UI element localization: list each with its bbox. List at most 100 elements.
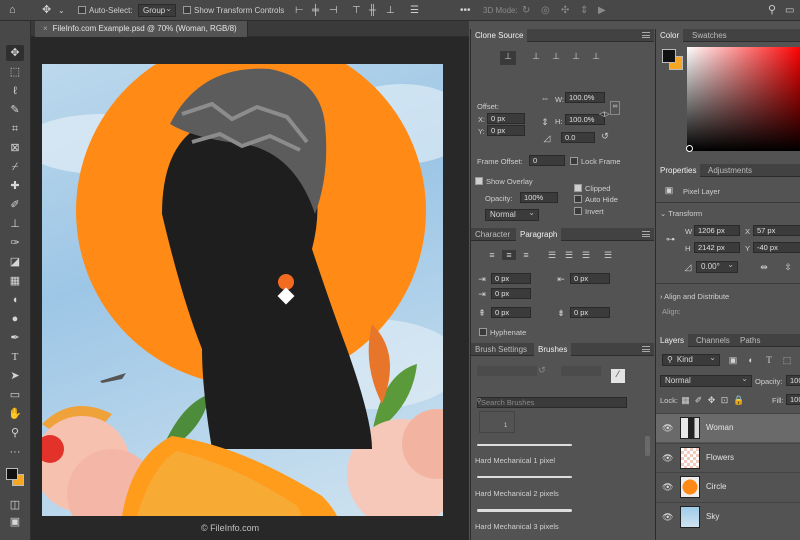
offset-y-field[interactable]: 0 px	[487, 125, 525, 136]
panel-menu-icon[interactable]	[642, 32, 650, 38]
auto-select-checkbox[interactable]: Auto-Select:	[78, 3, 133, 18]
first-line-indent-field[interactable]: 0 px	[491, 288, 531, 299]
filter-shape-icon[interactable]: ⬚	[782, 355, 792, 365]
align-hcenter-icon[interactable]: ╪	[312, 3, 319, 18]
visibility-eye-icon[interactable]: 👁	[662, 482, 673, 493]
align-bottom-icon[interactable]: ⊥	[386, 3, 395, 18]
align-vcenter-icon[interactable]: ╫	[369, 3, 376, 18]
more-options-icon[interactable]: •••	[460, 3, 471, 18]
lock-artboard-icon[interactable]: ⊡	[720, 395, 729, 405]
brush-tool-icon[interactable]: ✐	[6, 197, 24, 213]
reset-transform-icon[interactable]: ↺	[600, 131, 610, 141]
clone-source-2-icon[interactable]: ⊥	[528, 51, 544, 61]
blur-tool-icon[interactable]: ◖	[6, 292, 24, 308]
move-tool-icon[interactable]: ✥	[42, 3, 51, 18]
hyphenate-checkbox[interactable]: Hyphenate	[479, 328, 526, 337]
justify-last-center-icon[interactable]: ☰	[562, 250, 576, 260]
visibility-eye-icon[interactable]: 👁	[662, 423, 673, 434]
show-transform-checkbox[interactable]: Show Transform Controls	[183, 3, 284, 18]
overlay-opacity-field[interactable]: 100%	[520, 192, 558, 203]
w-field[interactable]: 100.0%	[565, 92, 605, 103]
tab-adjustments[interactable]: Adjustments	[704, 164, 756, 177]
clone-source-1-icon[interactable]: ⊥	[500, 51, 516, 65]
tab-character[interactable]: Character	[471, 228, 514, 241]
clone-source-5-icon[interactable]: ⊥	[588, 51, 604, 61]
prop-y-field[interactable]: -40 px	[753, 242, 800, 253]
panel-menu-icon[interactable]	[642, 231, 650, 237]
align-right-icon[interactable]: ⊣	[329, 3, 338, 18]
clone-stamp-tool-icon[interactable]: ⊥	[6, 216, 24, 232]
clipped-checkbox[interactable]: Clipped	[574, 184, 610, 193]
filter-adjustment-icon[interactable]: ◐	[746, 355, 756, 365]
tab-layers[interactable]: Layers	[656, 334, 689, 347]
layer-row-woman[interactable]: 👁 Woman	[656, 413, 800, 442]
align-top-icon[interactable]: ⊤	[352, 3, 361, 18]
align-left-icon[interactable]: ⊢	[295, 3, 304, 18]
document-close-icon[interactable]: ×	[43, 24, 48, 33]
healing-brush-tool-icon[interactable]: ✚	[6, 178, 24, 194]
frame-offset-field[interactable]: 0	[529, 155, 565, 166]
indent-left-field[interactable]: 0 px	[491, 273, 531, 284]
transform-section-header[interactable]: ⌄ Transform	[660, 209, 702, 218]
filter-pixel-icon[interactable]: ▣	[728, 355, 738, 365]
auto-hide-checkbox[interactable]: Auto Hide	[574, 195, 618, 204]
history-brush-tool-icon[interactable]: ✑	[6, 235, 24, 251]
visibility-eye-icon[interactable]: 👁	[662, 453, 673, 464]
align-text-right-icon[interactable]: ≡	[519, 250, 533, 260]
search-icon[interactable]: ⚲	[768, 3, 776, 18]
prop-x-field[interactable]: 57 px	[753, 225, 800, 236]
prop-h-field[interactable]: 2142 px	[694, 242, 740, 253]
brush-preset-tile[interactable]: 1	[479, 411, 515, 433]
foreground-color-chip[interactable]	[6, 468, 18, 480]
tab-color[interactable]: Color	[656, 29, 684, 42]
align-distribute-header[interactable]: › Align and Distribute	[660, 292, 729, 301]
eraser-tool-icon[interactable]: ◪	[6, 254, 24, 270]
justify-last-right-icon[interactable]: ☰	[579, 250, 593, 260]
gradient-tool-icon[interactable]: ▦	[6, 273, 24, 289]
lock-image-icon[interactable]: ✐	[694, 395, 703, 405]
brush-preview-icon[interactable]: ⁄	[611, 369, 625, 383]
tab-brushes[interactable]: Brushes	[534, 343, 572, 356]
link-dimensions-icon[interactable]: ⊶	[666, 234, 675, 244]
show-overlay-checkbox[interactable]: Show Overlay	[475, 177, 533, 186]
layer-row-sky[interactable]: 👁 Sky	[656, 502, 800, 531]
flip-icon[interactable]: ◁▷	[599, 110, 610, 120]
indent-right-field[interactable]: 0 px	[570, 273, 610, 284]
clone-source-3-icon[interactable]: ⊥	[548, 51, 564, 61]
hand-tool-icon[interactable]: ✋	[6, 406, 24, 422]
filter-type-icon[interactable]: T	[764, 355, 774, 365]
align-text-center-icon[interactable]: ≡	[502, 250, 516, 260]
brush-item-3[interactable]: Hard Mechanical 3 pixels	[475, 522, 559, 531]
lock-frame-checkbox[interactable]: Lock Frame	[570, 157, 621, 166]
type-tool-icon[interactable]: T	[6, 349, 24, 365]
fill-field[interactable]: 100	[786, 394, 800, 405]
brush-hardness-slider[interactable]	[561, 366, 601, 376]
document-tab[interactable]: × FileInfo.com Example.psd @ 70% (Woman, …	[35, 21, 248, 37]
dodge-tool-icon[interactable]: ●	[6, 311, 24, 327]
reset-brush-icon[interactable]: ↺	[537, 365, 547, 375]
distribute-icon[interactable]: ☰	[410, 3, 419, 18]
quick-mask-icon[interactable]: ◫	[6, 497, 24, 513]
canvas-area[interactable]: © FileInfo.com	[31, 37, 469, 540]
quick-select-tool-icon[interactable]: ✎	[6, 102, 24, 118]
layer-row-flowers[interactable]: 👁 Flowers	[656, 443, 800, 472]
crop-tool-icon[interactable]: ⌗	[6, 121, 24, 137]
panel-menu-icon[interactable]	[642, 346, 650, 352]
brushes-scrollbar[interactable]	[645, 436, 650, 456]
overlay-blend-dropdown[interactable]: Normal	[485, 208, 539, 221]
tab-properties[interactable]: Properties	[656, 164, 701, 177]
home-icon[interactable]: ⌂	[9, 3, 16, 18]
screen-mode-icon[interactable]: ▣	[6, 514, 24, 530]
frame-tool-icon[interactable]: ⊠	[6, 140, 24, 156]
flip-horizontal-icon[interactable]: ⇹	[758, 262, 770, 272]
space-before-field[interactable]: 0 px	[491, 307, 531, 318]
move-tool-icon[interactable]: ✥	[6, 45, 24, 61]
path-select-tool-icon[interactable]: ➤	[6, 368, 24, 384]
color-picker-handle[interactable]	[686, 145, 693, 152]
justify-all-icon[interactable]: ☰	[601, 250, 615, 260]
eyedropper-tool-icon[interactable]: ⌿	[6, 159, 24, 175]
clone-source-4-icon[interactable]: ⊥	[568, 51, 584, 61]
tab-swatches[interactable]: Swatches	[688, 29, 731, 42]
tab-paths[interactable]: Paths	[736, 334, 764, 347]
edit-toolbar-icon[interactable]: ···	[6, 444, 24, 460]
